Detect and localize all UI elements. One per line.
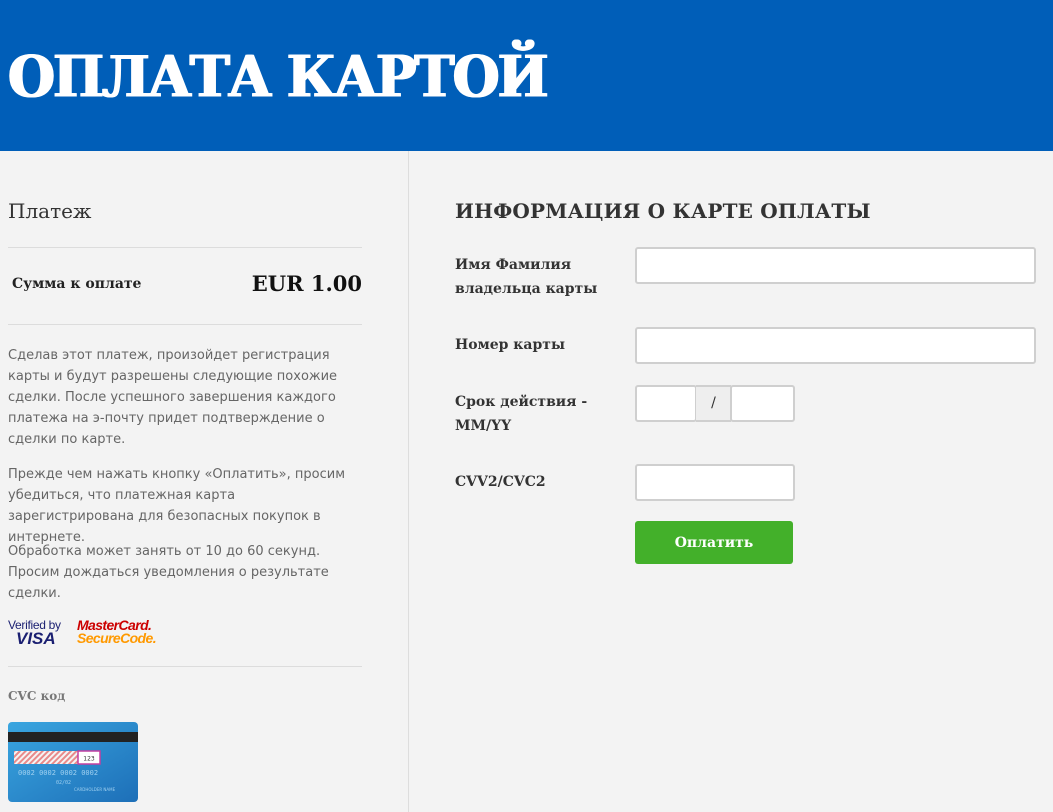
expiry-year-input[interactable] [730, 385, 795, 422]
cvc-card-illustration: 123 0002 0002 0002 0002 02/02 CARDHOLDER… [8, 722, 138, 802]
card-number-label: Номер карты [455, 337, 565, 353]
expiry-separator: / [696, 385, 731, 422]
expiry-month-input[interactable] [635, 385, 697, 422]
cvv-input[interactable] [635, 464, 795, 501]
divider [8, 324, 362, 325]
cardholder-name-input[interactable] [635, 247, 1036, 284]
cvc-code-text: 123 [83, 756, 95, 763]
card-name-text: CARDHOLDER NAME [74, 787, 116, 792]
cardholder-name-label-line1: Имя Фамилия [455, 257, 572, 273]
card-number-input[interactable] [635, 327, 1036, 364]
cvv-label: CVV2/CVC2 [455, 474, 546, 490]
page-title: ОПЛАТА КАРТОЙ [8, 43, 549, 111]
payment-description: Сделав этот платеж, произойдет регистрац… [8, 348, 338, 447]
expiry-label-line2: MM/YY [455, 418, 512, 434]
securecode-text: SecureCode. [77, 630, 157, 646]
amount-value: EUR 1.00 [251, 271, 362, 296]
cvc-label: CVC код [8, 689, 66, 703]
security-note: Прежде чем нажать кнопку «Оплатить», про… [8, 467, 346, 545]
processing-note: Обработка может занять от 10 до 60 секун… [8, 544, 329, 601]
cardholder-name-label: Имя Фамилия владельца карты [455, 253, 597, 301]
mastercard-securecode-logo: MasterCard. SecureCode. [77, 617, 167, 649]
expiry-label: Срок действия - MM/YY [455, 390, 587, 438]
card-back-icon: 123 0002 0002 0002 0002 02/02 CARDHOLDER… [8, 722, 138, 802]
visa-text: VISA [16, 629, 56, 648]
cardholder-name-label-line2: владельца карты [455, 281, 598, 297]
form-title: ИНФОРМАЦИЯ О КАРТЕ ОПЛАТЫ [455, 199, 871, 223]
payment-section-title: Платеж [8, 199, 92, 223]
card-info-form: ИНФОРМАЦИЯ О КАРТЕ ОПЛАТЫ Имя Фамилия вл… [409, 151, 1053, 812]
payment-summary-panel: Платеж Сумма к оплате EUR 1.00 Сделав эт… [0, 151, 409, 812]
card-number-text: 0002 0002 0002 0002 [18, 769, 98, 777]
divider [8, 247, 362, 248]
pay-button[interactable]: Оплатить [635, 521, 793, 564]
verified-by-visa-logo: Verified by VISA [8, 618, 68, 648]
divider [8, 666, 362, 667]
amount-label: Сумма к оплате [12, 276, 142, 292]
page-header: ОПЛАТА КАРТОЙ [0, 0, 1053, 151]
card-expiry-text: 02/02 [56, 780, 71, 786]
expiry-label-line1: Срок действия - [455, 394, 588, 410]
